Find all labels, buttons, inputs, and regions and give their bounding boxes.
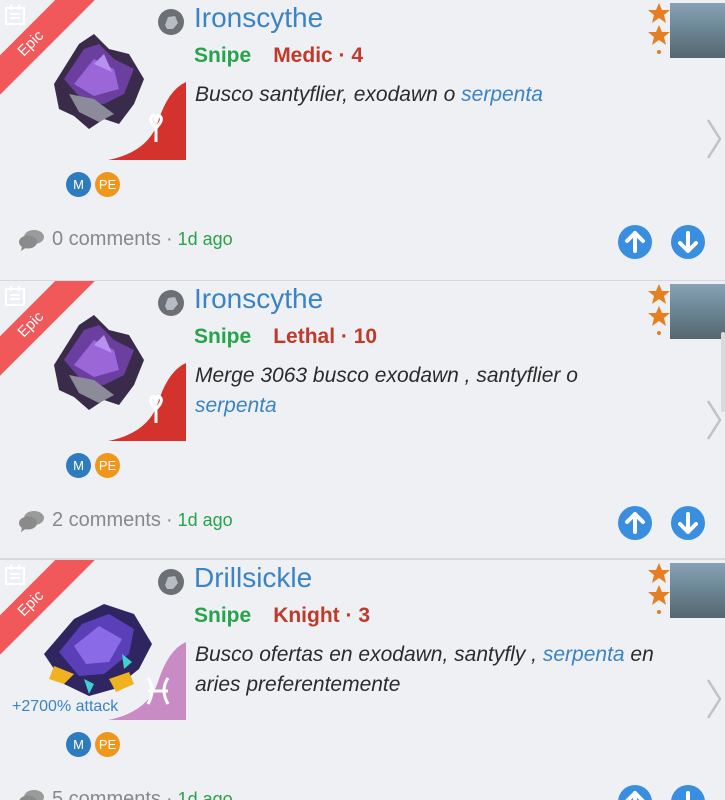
- rock-element-icon: [158, 9, 184, 35]
- post-footer: 2 comments · 1d ago: [18, 509, 233, 532]
- zodiac-pisces-icon: [108, 642, 186, 720]
- calendar-icon[interactable]: [4, 285, 26, 307]
- zodiac-aries-icon: [108, 363, 186, 441]
- monster-tags: Snipe Medic · 4: [194, 44, 363, 68]
- description-text: Busco santyflier, exodawn o: [195, 83, 462, 106]
- description-text: Merge 3063 busco exodawn , santyflier o: [195, 364, 578, 387]
- calendar-icon[interactable]: [4, 4, 26, 26]
- upvote-icon[interactable]: [617, 784, 653, 800]
- star-rating: [648, 3, 670, 54]
- tag-role: Snipe: [194, 325, 252, 348]
- downvote-icon[interactable]: [670, 224, 706, 260]
- scrollbar[interactable]: [721, 332, 725, 412]
- separator: ·: [165, 228, 173, 250]
- badge-group: M PE: [66, 453, 120, 478]
- monster-name[interactable]: Ironscythe: [194, 283, 323, 315]
- user-avatar[interactable]: [670, 563, 725, 618]
- post-time: 1d ago: [177, 789, 233, 800]
- post-description: Merge 3063 busco exodawn , santyflier o …: [195, 361, 655, 421]
- chevron-right-icon[interactable]: [704, 118, 724, 160]
- post-card[interactable]: Epic M PE Ironscythe Snipe Medic · 4 Busc…: [0, 0, 725, 282]
- rock-element-icon: [158, 569, 184, 595]
- rock-element-icon: [158, 290, 184, 316]
- description-text: Busco ofertas en exodawn, santyfly ,: [195, 643, 543, 666]
- user-avatar[interactable]: [670, 3, 725, 58]
- separator: ·: [165, 509, 173, 531]
- tag-role: Snipe: [194, 44, 252, 67]
- description-link[interactable]: serpenta: [461, 83, 543, 106]
- upvote-icon[interactable]: [617, 224, 653, 260]
- star-rating: [648, 563, 670, 614]
- tag-class: Knight · 3: [273, 604, 371, 627]
- comment-icon[interactable]: [18, 789, 46, 800]
- downvote-icon[interactable]: [670, 505, 706, 541]
- post-card[interactable]: Epic M PE Ironscythe Snipe Lethal · 10 Me…: [0, 281, 725, 560]
- post-description: Busco ofertas en exodawn, santyfly , ser…: [195, 640, 655, 700]
- badge-pe: PE: [95, 732, 120, 757]
- post-description: Busco santyflier, exodawn o serpenta: [195, 80, 655, 110]
- badge-m: M: [66, 732, 91, 757]
- zodiac-aries-icon: [108, 82, 186, 160]
- badge-m: M: [66, 453, 91, 478]
- monster-tags: Snipe Knight · 3: [194, 604, 370, 628]
- description-link[interactable]: serpenta: [195, 394, 277, 417]
- post-time: 1d ago: [177, 510, 233, 530]
- monster-name[interactable]: Drillsickle: [194, 562, 312, 594]
- post-card[interactable]: Epic +2700% attack M PE Drillsickle Snip…: [0, 560, 725, 800]
- comment-count[interactable]: 5 comments: [52, 788, 161, 800]
- tag-class: Medic · 4: [273, 44, 364, 67]
- badge-m: M: [66, 172, 91, 197]
- monster-tags: Snipe Lethal · 10: [194, 325, 377, 349]
- comment-count[interactable]: 2 comments: [52, 509, 161, 532]
- user-avatar[interactable]: [670, 284, 725, 339]
- badge-pe: PE: [95, 453, 120, 478]
- comment-icon[interactable]: [18, 510, 46, 532]
- chevron-right-icon[interactable]: [704, 678, 724, 720]
- tag-class: Lethal · 10: [273, 325, 378, 348]
- separator: ·: [165, 788, 173, 800]
- description-link[interactable]: serpenta: [543, 643, 625, 666]
- upvote-icon[interactable]: [617, 505, 653, 541]
- post-footer: 0 comments · 1d ago: [18, 228, 233, 251]
- monster-name[interactable]: Ironscythe: [194, 2, 323, 34]
- attack-bonus: +2700% attack: [12, 698, 119, 715]
- badge-group: M PE: [66, 732, 120, 757]
- comment-icon[interactable]: [18, 229, 46, 251]
- post-time: 1d ago: [177, 229, 233, 249]
- post-footer: 5 comments · 1d ago: [18, 788, 233, 800]
- tag-role: Snipe: [194, 604, 252, 627]
- downvote-icon[interactable]: [670, 784, 706, 800]
- star-rating: [648, 284, 670, 335]
- calendar-icon[interactable]: [4, 564, 26, 586]
- badge-pe: PE: [95, 172, 120, 197]
- comment-count[interactable]: 0 comments: [52, 228, 161, 251]
- badge-group: M PE: [66, 172, 120, 197]
